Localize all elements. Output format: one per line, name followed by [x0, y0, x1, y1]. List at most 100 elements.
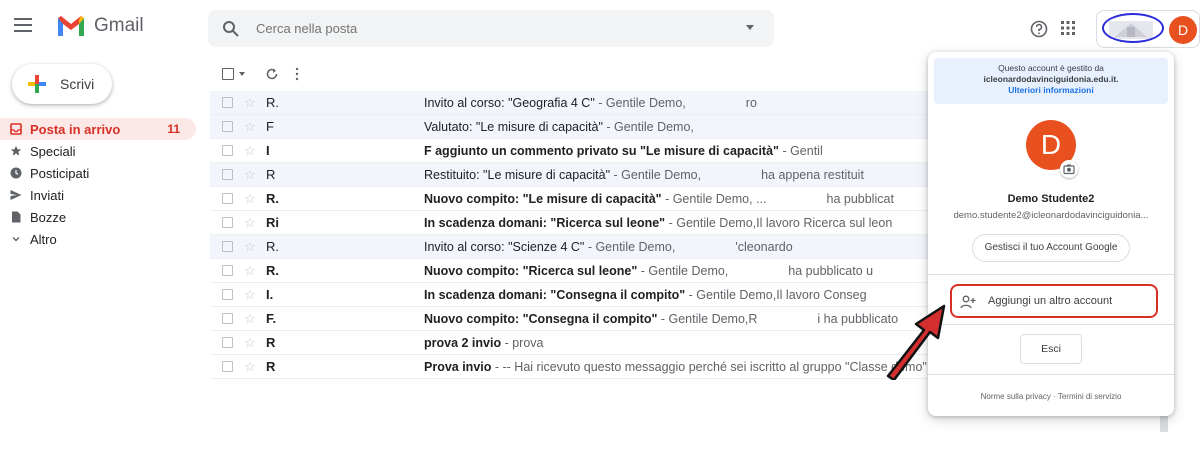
mail-snippet: - Gentile Demo, ...: [661, 192, 767, 206]
star-toggle-icon[interactable]: ☆: [244, 119, 256, 135]
send-icon: [10, 190, 22, 200]
row-checkbox[interactable]: [222, 241, 233, 252]
more-info-link[interactable]: Ulteriori informazioni: [934, 85, 1168, 96]
sidebar-item-inbox[interactable]: Posta in arrivo 11: [0, 118, 196, 140]
mail-subject: Invito al corso: "Scienze 4 C": [424, 240, 585, 254]
privacy-link[interactable]: Norme sulla privacy: [981, 392, 1051, 401]
mail-snippet: - Gentile Demo,: [637, 264, 729, 278]
sidebar-item-starred[interactable]: Speciali: [0, 140, 200, 162]
star-toggle-icon[interactable]: ☆: [244, 311, 256, 327]
star-toggle-icon[interactable]: ☆: [244, 359, 256, 375]
sidebar-nav: Posta in arrivo 11 Speciali Posticipati …: [0, 118, 200, 250]
mail-sender: R.: [266, 263, 279, 278]
mail-snippet: - Gentile Demo,: [610, 168, 702, 182]
search-input[interactable]: [254, 20, 734, 37]
mail-snippet: - Gentil: [778, 144, 823, 158]
top-bar: Gmail D: [0, 0, 1204, 58]
main-menu-icon[interactable]: [14, 18, 32, 32]
row-checkbox[interactable]: [222, 337, 233, 348]
sidebar-item-label: Inviati: [30, 187, 64, 203]
sign-out-button[interactable]: Esci: [1020, 334, 1082, 364]
mail-snippet: - prova: [501, 336, 544, 350]
star-toggle-icon[interactable]: ☆: [244, 167, 256, 183]
star-toggle-icon[interactable]: ☆: [244, 191, 256, 207]
mail-subject: In scadenza domani: "Ricerca sul leone": [424, 216, 666, 230]
terms-link[interactable]: Termini di servizio: [1058, 392, 1122, 401]
more-options-icon[interactable]: [295, 67, 299, 81]
star-toggle-icon[interactable]: ☆: [244, 95, 256, 111]
app-name: Gmail: [94, 15, 144, 36]
star-toggle-icon[interactable]: ☆: [244, 287, 256, 303]
sidebar-item-drafts[interactable]: Bozze: [0, 206, 200, 228]
search-bar[interactable]: [208, 10, 774, 47]
mail-subject: In scadenza domani: "Consegna il compito…: [424, 288, 686, 302]
star-icon: [10, 145, 22, 156]
sidebar-item-label: Posta in arrivo: [30, 121, 121, 137]
mail-sender: I.: [266, 287, 274, 302]
mail-subject: F aggiunto un commento privato su "Le mi…: [424, 144, 779, 158]
compose-button[interactable]: Scrivi: [12, 64, 112, 104]
manage-account-button[interactable]: Gestisci il tuo Account Google: [972, 234, 1130, 262]
row-checkbox[interactable]: [222, 97, 233, 108]
star-toggle-icon[interactable]: ☆: [244, 215, 256, 231]
star-toggle-icon[interactable]: ☆: [244, 335, 256, 351]
mail-snippet: - Gentile Demo,: [584, 240, 676, 254]
mail-subject: Restituito: "Le misure di capacità": [424, 168, 611, 182]
row-checkbox[interactable]: [222, 193, 233, 204]
row-checkbox[interactable]: [222, 265, 233, 276]
row-checkbox[interactable]: [222, 121, 233, 132]
mail-snippet-tail: ha pubblicato u: [788, 264, 874, 278]
row-checkbox[interactable]: [222, 313, 233, 324]
row-checkbox[interactable]: [222, 217, 233, 228]
row-checkbox[interactable]: [222, 169, 233, 180]
annotation-circle: [1102, 13, 1164, 43]
mail-subject: Prova invio: [424, 360, 492, 374]
help-icon[interactable]: [1030, 20, 1048, 38]
mail-snippet: - Gentile Demo,: [594, 96, 686, 110]
managed-domain: icleonardodavinciguidonia.edu.it.: [983, 74, 1119, 84]
mail-sender: R: [266, 359, 276, 374]
select-options-icon[interactable]: [239, 72, 245, 76]
gmail-m-icon: [58, 16, 84, 36]
sidebar-item-snoozed[interactable]: Posticipati: [0, 162, 200, 184]
mail-snippet-tail: ha appena restituit: [761, 168, 864, 182]
mail-sender: R.: [266, 191, 279, 206]
sidebar-item-sent[interactable]: Inviati: [0, 184, 200, 206]
mail-snippet: - Gentile Demo,R: [657, 312, 758, 326]
mail-subject: Nuovo compito: "Ricerca sul leone": [424, 264, 638, 278]
star-toggle-icon[interactable]: ☆: [244, 239, 256, 255]
star-toggle-icon[interactable]: ☆: [244, 263, 256, 279]
row-checkbox[interactable]: [222, 361, 233, 372]
account-popup: Questo account è gestito da icleonardoda…: [928, 52, 1174, 416]
add-account-button[interactable]: Aggiungi un altro account: [950, 284, 1158, 318]
refresh-icon[interactable]: [265, 67, 279, 81]
search-options-icon[interactable]: [746, 25, 754, 30]
compose-label: Scrivi: [60, 76, 95, 92]
mail-sender: Ri: [266, 215, 279, 230]
search-icon[interactable]: [222, 20, 240, 38]
mail-snippet: - Gentile Demo,Il lavoro Ricerca sul leo…: [665, 216, 893, 230]
mail-snippet-tail: 'cleonardo: [735, 240, 793, 254]
sidebar-item-label: Bozze: [30, 209, 67, 225]
mail-sender: F.: [266, 311, 277, 326]
row-checkbox[interactable]: [222, 145, 233, 156]
select-all-checkbox[interactable]: [222, 68, 234, 80]
user-name: Demo Studente2: [1007, 193, 1095, 205]
mail-subject: Invito al corso: "Geografia 4 C": [424, 96, 595, 110]
managed-account-notice: Questo account è gestito da icleonardoda…: [934, 58, 1168, 104]
mail-subject: prova 2 invio: [424, 336, 502, 350]
mail-snippet-tail: ro: [745, 96, 757, 110]
gmail-logo[interactable]: Gmail: [56, 14, 144, 38]
unread-count: 11: [167, 122, 180, 136]
apps-grid-icon[interactable]: [1060, 20, 1076, 36]
avatar[interactable]: D: [1169, 16, 1197, 44]
clock-icon: [10, 167, 22, 179]
popup-footer: Norme sulla privacy · Termini di servizi…: [928, 392, 1174, 401]
star-toggle-icon[interactable]: ☆: [244, 143, 256, 159]
row-checkbox[interactable]: [222, 289, 233, 300]
add-person-icon: [960, 295, 976, 309]
change-photo-button[interactable]: [1060, 160, 1078, 178]
sidebar-item-more[interactable]: Altro: [0, 228, 200, 250]
mail-sender: R: [266, 335, 276, 350]
sidebar-item-label: Posticipati: [30, 165, 90, 181]
